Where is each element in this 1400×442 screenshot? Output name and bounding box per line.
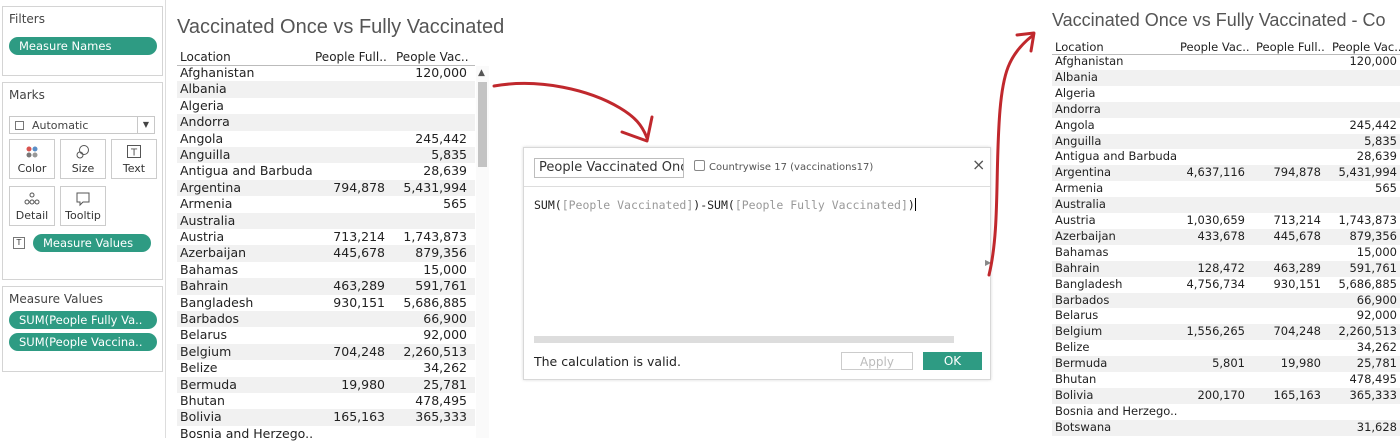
annotation-arrows [492, 31, 1036, 277]
arrow-to-result [987, 34, 1034, 277]
arrow-to-dialog [492, 82, 649, 140]
